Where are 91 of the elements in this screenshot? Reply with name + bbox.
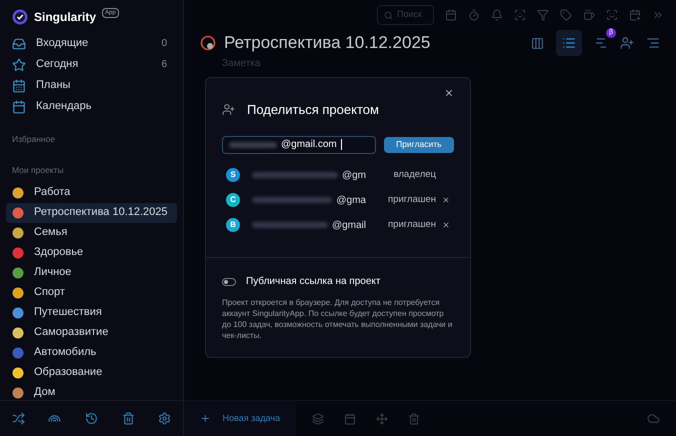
- email-field[interactable]: @gmail.com: [222, 136, 376, 154]
- gantt-icon[interactable]: [594, 36, 608, 50]
- member-role: приглашен: [388, 218, 436, 232]
- search-placeholder: Поиск: [397, 8, 422, 22]
- project-label: Семья: [34, 225, 68, 240]
- nav-item[interactable]: Входящие 0: [6, 33, 177, 54]
- list-icon: [562, 36, 576, 50]
- list-view-button[interactable]: [556, 30, 582, 56]
- board-view-icon[interactable]: [531, 36, 544, 50]
- nav-label: Календарь: [36, 99, 93, 114]
- menu-icon[interactable]: [646, 36, 660, 50]
- app-name: Singularity: [34, 8, 96, 26]
- nav-item[interactable]: Календарь: [6, 96, 177, 117]
- project-label: Спорт: [34, 285, 65, 300]
- project-label: Дом: [34, 385, 56, 400]
- plus-icon: [200, 412, 211, 425]
- layers-icon[interactable]: [312, 412, 324, 424]
- member-avatar: C: [226, 193, 240, 207]
- history-icon[interactable]: [84, 412, 98, 425]
- project-item[interactable]: Дом: [6, 382, 177, 400]
- project-label: Саморазвитие: [34, 325, 108, 340]
- remove-icon[interactable]: [442, 196, 450, 204]
- scan-icon[interactable]: [606, 9, 618, 21]
- project-title: Ретроспектива 10.12.2025: [224, 32, 432, 54]
- member-avatar: B: [226, 218, 240, 232]
- dialog-title: Поделиться проектом: [247, 101, 379, 119]
- calendar-plus-icon[interactable]: [629, 9, 641, 21]
- project-item[interactable]: Образование: [6, 362, 177, 382]
- settings-icon[interactable]: [158, 412, 172, 425]
- project-item[interactable]: Работа: [6, 182, 177, 202]
- project-item[interactable]: Личное: [6, 262, 177, 282]
- project-item[interactable]: Спорт: [6, 282, 177, 302]
- tag-icon[interactable]: [560, 9, 572, 21]
- project-label: Личное: [34, 265, 72, 280]
- calendar-icon: [12, 78, 26, 92]
- chevrons-right-icon[interactable]: [652, 9, 664, 21]
- blurred-text: [229, 142, 277, 148]
- section-heading: Мои проекты: [11, 164, 65, 176]
- project-label: Автомобиль: [34, 345, 96, 360]
- section-heading: Избранное: [11, 133, 56, 146]
- member-email: @gma: [336, 194, 366, 208]
- nav-label: Входящие: [36, 36, 90, 52]
- remove-icon[interactable]: [442, 221, 450, 229]
- public-link-toggle[interactable]: [222, 278, 236, 286]
- member-role: приглашен: [388, 192, 436, 207]
- calendar-icon[interactable]: [344, 412, 356, 424]
- project-label: Работа: [34, 185, 70, 200]
- cup-icon[interactable]: [583, 9, 595, 21]
- search-icon: [384, 10, 393, 20]
- member-role: владелец: [394, 168, 436, 182]
- project-item[interactable]: Саморазвитие: [6, 322, 177, 342]
- logo-icon: [12, 8, 28, 24]
- nav-label: Планы: [36, 78, 72, 94]
- bell-icon[interactable]: [491, 9, 503, 21]
- project-label: Здоровье: [34, 245, 84, 260]
- trash-icon[interactable]: [122, 412, 135, 425]
- add-user-icon: [222, 103, 235, 116]
- project-item[interactable]: Здоровье: [6, 242, 177, 262]
- member-email: @gm: [342, 168, 366, 182]
- project-label: Ретроспектива 10.12.2025: [34, 205, 168, 220]
- description: Проект откроется в браузере. Для доступа не потребуется аккаунт SingularityApp. По ссылке будет доступен просмотр до 100 задач, возможность отмечать выполненными задачи и чек-листы.: [222, 297, 454, 341]
- project-item[interactable]: Автомобиль: [6, 342, 177, 362]
- nav-item[interactable]: Сегодня 6: [6, 54, 177, 75]
- nav-item[interactable]: Планы: [6, 75, 177, 96]
- email-value: @gmail.com: [281, 138, 337, 152]
- add-user-icon[interactable]: [620, 36, 634, 50]
- calendar-icon[interactable]: [445, 9, 457, 21]
- timer-icon[interactable]: [468, 9, 480, 21]
- project-label: Путешествия: [34, 305, 102, 320]
- calendar-grid-icon: [12, 100, 26, 114]
- cloud-icon: [647, 412, 660, 425]
- nav-count: 0: [161, 37, 167, 51]
- move-icon[interactable]: [376, 412, 388, 424]
- new-task-button[interactable]: Новая задача: [184, 401, 296, 436]
- nav-label: Сегодня: [36, 57, 80, 72]
- shuffle-icon[interactable]: [12, 412, 25, 425]
- close-icon[interactable]: [444, 88, 454, 98]
- member-email: @gmail: [332, 218, 366, 232]
- project-label: Образование: [34, 365, 102, 380]
- toggle-label: Публичная ссылка на проект: [246, 275, 380, 289]
- nav-count: 6: [161, 58, 167, 72]
- project-subtitle: Заметка: [221, 57, 262, 71]
- invite-button[interactable]: Пригласить: [384, 136, 454, 152]
- project-item[interactable]: Путешествия: [6, 302, 177, 322]
- filter-icon[interactable]: [537, 9, 549, 21]
- project-item[interactable]: Семья: [6, 222, 177, 242]
- inbox-icon: [12, 36, 26, 50]
- star-icon: [12, 58, 26, 72]
- member-avatar: S: [226, 168, 240, 182]
- project-icon: [200, 35, 216, 51]
- project-item[interactable]: Ретроспектива 10.12.2025: [6, 202, 177, 222]
